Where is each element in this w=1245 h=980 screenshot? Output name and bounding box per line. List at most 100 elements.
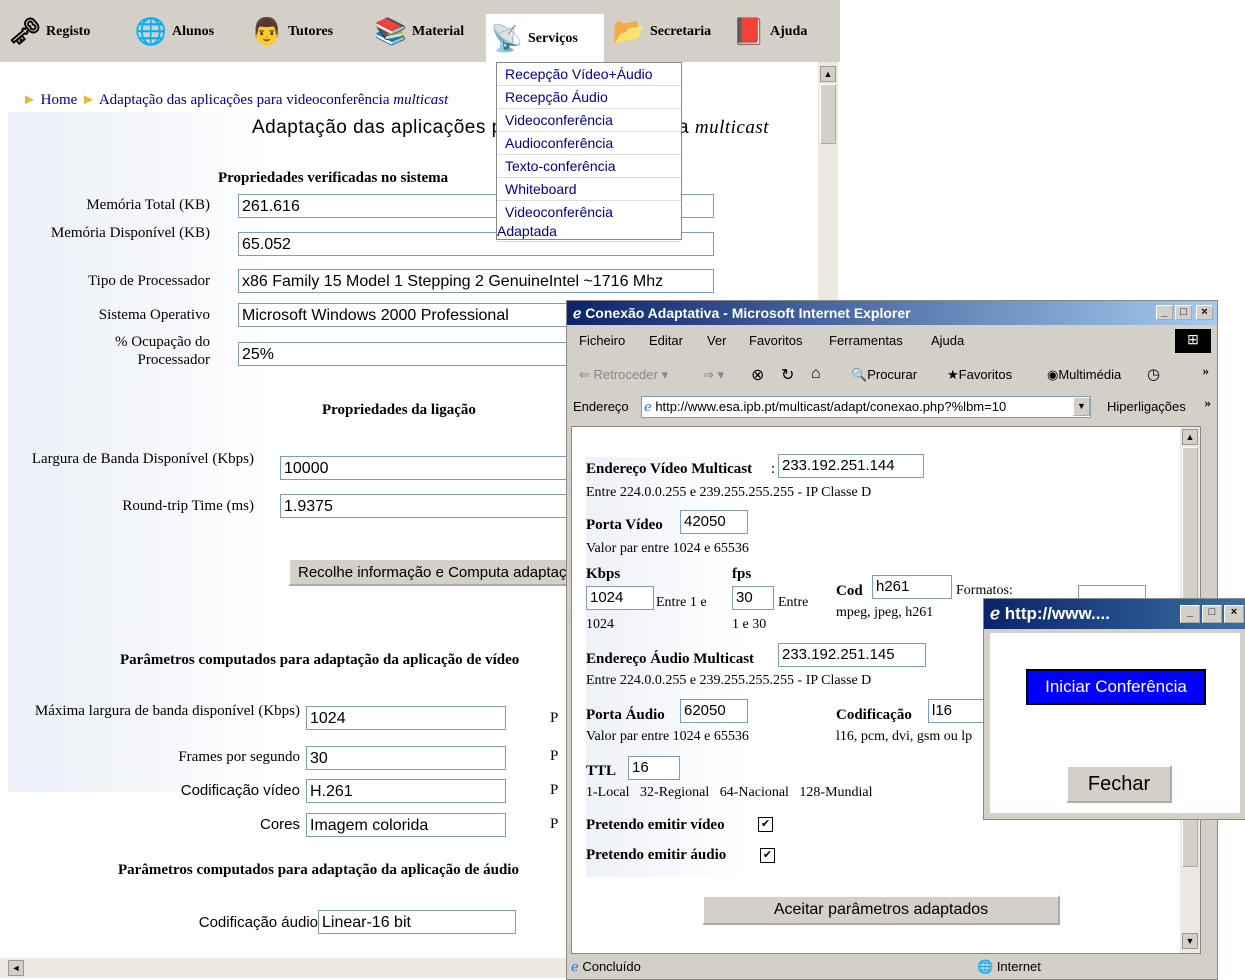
nav-label: Alunos: [172, 24, 215, 39]
close-icon[interactable]: ×: [1196, 305, 1213, 320]
audio-port-field[interactable]: 62050: [680, 699, 748, 723]
acodec-label: Codificação áudio: [198, 914, 318, 931]
maximize-icon[interactable]: □: [1202, 605, 1222, 623]
forward-button[interactable]: ⇒ ▾: [703, 367, 724, 383]
max-bw-field[interactable]: 1024: [306, 706, 506, 730]
history-icon[interactable]: ◷: [1147, 365, 1160, 384]
video-mc-hint: Entre 224.0.0.255 e 239.255.255.255 - IP…: [586, 485, 872, 500]
maximize-icon[interactable]: □: [1175, 305, 1192, 320]
acodec-field[interactable]: Linear-16 bit: [318, 910, 516, 934]
section-video-params: Parâmetros computados para adaptação da …: [120, 652, 520, 668]
minimize-icon[interactable]: _: [1180, 605, 1200, 623]
address-label: Endereço: [573, 399, 629, 414]
p-marker: P: [550, 816, 559, 832]
popup-title-text: http://www....: [1004, 604, 1110, 623]
toolbar-overflow-icon[interactable]: »: [1203, 363, 1210, 379]
vcodec-field[interactable]: H.261: [306, 779, 506, 803]
close-button[interactable]: Fechar: [1066, 765, 1172, 803]
address-dropdown-icon[interactable]: ▼: [1073, 397, 1090, 416]
folder-icon: 📂: [612, 17, 646, 46]
compute-button[interactable]: Recolhe informação e Computa adaptação: [288, 558, 588, 586]
favorites-button[interactable]: ★Favoritos: [947, 367, 1012, 383]
menu-editar[interactable]: Editar: [649, 333, 683, 348]
menu-item-whiteboard[interactable]: Whiteboard: [497, 178, 681, 201]
acod-hint: l16, pcm, dvi, gsm ou lp: [836, 729, 973, 744]
emit-video-checkbox[interactable]: ✔: [758, 817, 773, 832]
menu-ficheiro[interactable]: Ficheiro: [579, 333, 625, 348]
accept-button[interactable]: Aceitar parâmetros adaptados: [702, 895, 1060, 925]
scroll-up-icon[interactable]: ▲: [1182, 429, 1198, 445]
back-arrow-icon: ⇐: [579, 367, 590, 382]
kbps-label: Kbps: [586, 566, 621, 582]
start-conference-button[interactable]: Iniciar Conferência: [1026, 669, 1206, 705]
menu-item-audioconferencia[interactable]: Audioconferência: [497, 132, 681, 155]
video-port-hint: Valor par entre 1024 e 65536: [586, 541, 749, 556]
os-label: Sistema Operativo: [98, 307, 210, 323]
audio-mc-field[interactable]: 233.192.251.145: [778, 643, 926, 667]
menu-item-videoconferencia-adaptada[interactable]: Videoconferência: [497, 201, 681, 223]
popup-title-bar[interactable]: ℯ http://www.... _ □ ×: [984, 599, 1245, 629]
kbps-field[interactable]: 1024: [586, 586, 654, 610]
scroll-left-icon[interactable]: ◄: [8, 960, 24, 976]
internet-zone: 🌐 Internet: [977, 959, 1041, 974]
close-icon[interactable]: ×: [1224, 605, 1244, 623]
colors-field[interactable]: Imagem colorida: [306, 813, 506, 837]
acod-field[interactable]: l16: [928, 699, 988, 723]
status-text: Concluído: [582, 959, 641, 974]
servicos-dropdown: Recepção Vídeo+Áudio Recepção Áudio Vide…: [496, 62, 682, 242]
fps-field[interactable]: 30: [732, 586, 774, 610]
menu-item-adaptada[interactable]: Adaptada: [497, 223, 681, 242]
section-link: Propriedades da ligação: [322, 402, 476, 418]
nav-servicos[interactable]: 📡 Serviços: [486, 14, 604, 63]
links-button[interactable]: Hiperligações: [1107, 399, 1186, 414]
nav-label: Material: [412, 24, 465, 39]
video-mc-field[interactable]: 233.192.251.144: [778, 454, 924, 478]
menu-ferramentas[interactable]: Ferramentas: [829, 333, 903, 348]
search-button[interactable]: 🔍Procurar: [851, 367, 917, 383]
media-button[interactable]: ◉Multimédia: [1047, 367, 1121, 383]
menu-item-texto-conferencia[interactable]: Texto-conferência: [497, 155, 681, 178]
home-icon[interactable]: ⌂: [811, 365, 821, 383]
fps-label: Frames por segundo: [178, 749, 300, 765]
video-port-field[interactable]: 42050: [680, 510, 748, 534]
breadcrumb: ► Home ► Adaptação das aplicações para v…: [22, 92, 448, 109]
menu-item-recepcao-audio[interactable]: Recepção Áudio: [497, 86, 681, 109]
ie-title-bar[interactable]: ℯ Conexão Adaptativa - Microsoft Interne…: [567, 301, 1217, 325]
nav-material[interactable]: 📚 Material: [370, 14, 464, 50]
audio-port-label: Porta Áudio: [586, 707, 665, 723]
main-horizontal-scrollbar[interactable]: ◄: [0, 958, 566, 978]
scroll-up-icon[interactable]: ▲: [820, 66, 836, 82]
menu-favoritos[interactable]: Favoritos: [749, 333, 802, 348]
page-icon: ℯ: [644, 399, 652, 414]
emit-audio-checkbox[interactable]: ✔: [760, 848, 775, 863]
breadcrumb-home[interactable]: Home: [41, 92, 78, 108]
nav-registo[interactable]: 🗝 Registo: [4, 14, 90, 50]
fps-field[interactable]: 30: [306, 746, 506, 770]
menu-item-recepcao-video-audio[interactable]: Recepção Vídeo+Áudio: [497, 63, 681, 86]
nav-alunos[interactable]: 🌐 Alunos: [130, 14, 214, 50]
back-button[interactable]: ⇐ Retroceder ▾: [579, 367, 668, 383]
favorites-icon: ★: [947, 367, 959, 382]
links-overflow-icon[interactable]: »: [1205, 395, 1212, 411]
menu-ajuda[interactable]: Ajuda: [931, 333, 964, 348]
fps-hint: Entre: [778, 595, 809, 610]
menu-ver[interactable]: Ver: [707, 333, 727, 348]
proc-type-label: Tipo de Processador: [88, 273, 210, 289]
address-field[interactable]: ℯ http://www.esa.ipb.pt/multicast/adapt/…: [641, 396, 1091, 418]
nav-tutores[interactable]: 👨 Tutores: [246, 14, 333, 50]
proc-type-field[interactable]: x86 Family 15 Model 1 Stepping 2 Genuine…: [238, 269, 714, 293]
menu-item-videoconferencia[interactable]: Videoconferência: [497, 109, 681, 132]
scroll-thumb[interactable]: [820, 84, 836, 144]
scroll-down-icon[interactable]: ▼: [1182, 933, 1198, 949]
stop-icon[interactable]: ⊗: [751, 365, 764, 385]
kbps-hint-2: 1024: [586, 617, 614, 632]
section-audio-params: Parâmetros computados para adaptação da …: [118, 862, 519, 878]
ttl-field[interactable]: 16: [628, 756, 680, 780]
nav-secretaria[interactable]: 📂 Secretaria: [608, 14, 711, 50]
breadcrumb-current[interactable]: Adaptação das aplicações para videoconfe…: [99, 92, 448, 108]
ttl-hint: 1-Local 32-Regional 64-Nacional 128-Mund…: [586, 785, 873, 800]
cod-field[interactable]: h261: [872, 575, 952, 599]
nav-ajuda[interactable]: 📕 Ajuda: [728, 14, 808, 50]
minimize-icon[interactable]: _: [1156, 305, 1173, 320]
refresh-icon[interactable]: ↻: [781, 365, 794, 385]
